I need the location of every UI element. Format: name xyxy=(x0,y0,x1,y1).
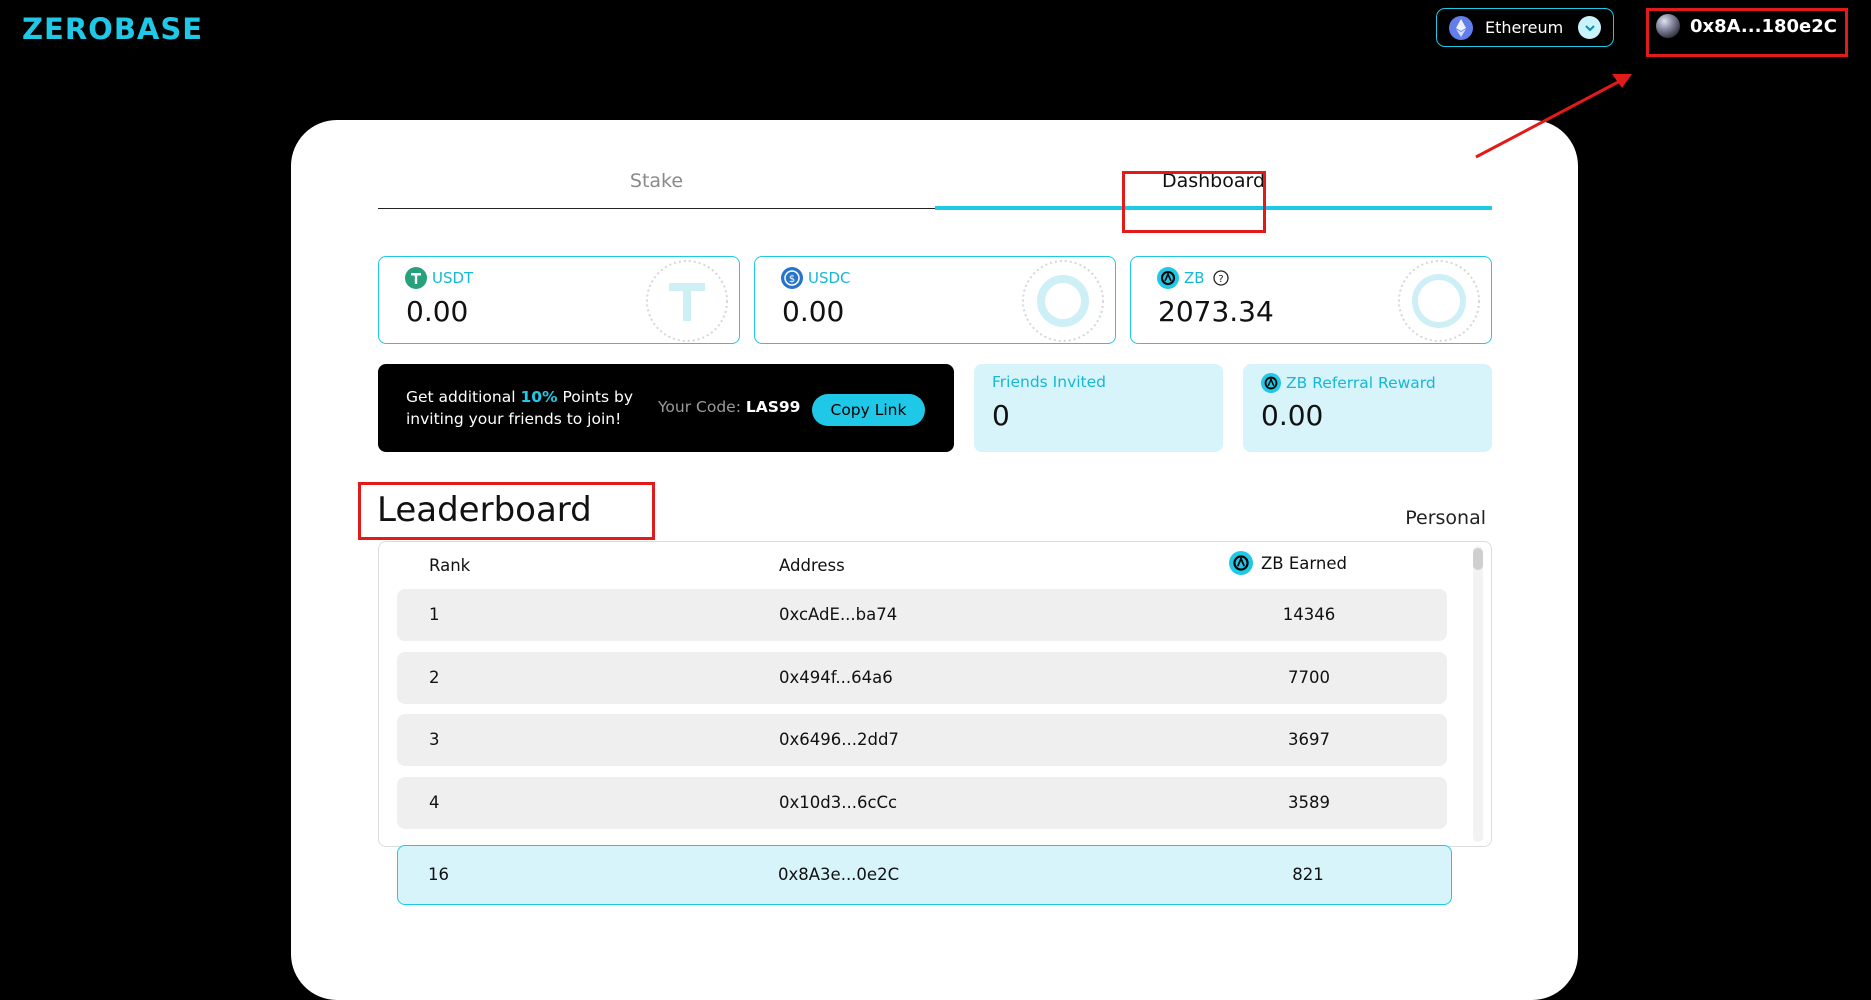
token-card-usdc: $ USDC 0.00 xyxy=(754,256,1116,344)
usdc-watermark-icon xyxy=(1022,260,1104,342)
usdc-icon: $ xyxy=(781,267,803,289)
scrollbar-thumb[interactable] xyxy=(1473,548,1483,570)
svg-text:$: $ xyxy=(789,274,795,285)
svg-text:?: ? xyxy=(1218,274,1223,285)
referral-code: Your Code: LAS99 xyxy=(658,398,801,416)
copy-link-button[interactable]: Copy Link xyxy=(812,394,925,426)
token-name: ZB xyxy=(1184,269,1205,287)
row-zb-earned: 821 xyxy=(1292,865,1324,884)
friends-invited-label: Friends Invited xyxy=(992,373,1106,391)
chevron-down-icon xyxy=(1578,16,1601,39)
personal-filter[interactable]: Personal xyxy=(1405,507,1486,529)
token-card-usdt: USDT 0.00 xyxy=(378,256,740,344)
zerobase-watermark-icon xyxy=(1398,260,1480,342)
table-scrollbar[interactable] xyxy=(1473,546,1483,842)
row-address: 0x10d3...6cCc xyxy=(779,793,898,812)
table-row-current-user[interactable]: 16 0x8A3e...0e2C 821 xyxy=(397,845,1452,905)
row-address: 0x6496...2dd7 xyxy=(779,730,899,749)
leaderboard-table: Rank Address ZB Earned 1 0xcAdE...ba74 1… xyxy=(378,541,1492,905)
table-row[interactable]: 1 0xcAdE...ba74 14346 xyxy=(397,589,1447,641)
ethereum-icon xyxy=(1449,15,1473,40)
referral-text: Get additional 10% Points by inviting yo… xyxy=(406,388,634,428)
row-address: 0xcAdE...ba74 xyxy=(779,605,898,624)
table-header: Rank Address ZB Earned xyxy=(379,542,1491,584)
row-rank: 3 xyxy=(429,730,440,749)
network-label: Ethereum xyxy=(1485,18,1564,37)
zerobase-icon xyxy=(1261,373,1281,393)
row-zb-earned: 7700 xyxy=(1288,668,1330,687)
row-address: 0x494f...64a6 xyxy=(779,668,893,687)
zerobase-icon xyxy=(1229,551,1253,575)
token-balance: 2073.34 xyxy=(1158,295,1274,328)
zerobase-logo[interactable]: ZEROBASE xyxy=(22,12,203,46)
friends-invited-card: Friends Invited 0 xyxy=(974,364,1223,452)
token-name: USDC xyxy=(808,269,851,287)
tether-watermark-icon xyxy=(646,260,728,342)
network-selector[interactable]: Ethereum xyxy=(1436,8,1614,47)
token-card-zb: ZB ? 2073.34 xyxy=(1130,256,1492,344)
annotation-highlight-wallet xyxy=(1646,8,1848,57)
referral-code-value: LAS99 xyxy=(745,398,801,416)
friends-invited-value: 0 xyxy=(992,399,1010,432)
row-rank: 2 xyxy=(429,668,440,687)
table-row[interactable]: 3 0x6496...2dd7 3697 xyxy=(397,714,1447,766)
annotation-highlight-leaderboard xyxy=(358,482,655,540)
column-rank: Rank xyxy=(429,556,471,575)
zerobase-icon xyxy=(1157,267,1179,289)
referral-banner: Get additional 10% Points by inviting yo… xyxy=(378,364,954,452)
help-icon[interactable]: ? xyxy=(1212,270,1229,286)
referral-reward-value: 0.00 xyxy=(1261,399,1324,432)
referral-reward-label: Referral Reward xyxy=(1312,374,1436,392)
column-zb-earned: ZB Earned xyxy=(1229,551,1347,575)
tether-icon xyxy=(405,267,427,289)
tab-bar: Stake Dashboard xyxy=(378,170,1492,210)
row-rank: 1 xyxy=(429,605,440,624)
token-name: USDT xyxy=(432,269,474,287)
main-card: Stake Dashboard USDT 0.00 $ USDC 0.00 ZB… xyxy=(291,120,1578,1000)
row-zb-earned: 3697 xyxy=(1288,730,1330,749)
row-rank: 16 xyxy=(428,865,449,884)
table-row[interactable]: 4 0x10d3...6cCc 3589 xyxy=(397,777,1447,829)
row-zb-earned: 3589 xyxy=(1288,793,1330,812)
token-balance: 0.00 xyxy=(782,295,845,328)
tab-stake[interactable]: Stake xyxy=(378,170,935,209)
table-row[interactable]: 2 0x494f...64a6 7700 xyxy=(397,652,1447,704)
token-balance: 0.00 xyxy=(406,295,469,328)
row-address: 0x8A3e...0e2C xyxy=(778,865,900,884)
column-address: Address xyxy=(779,556,845,575)
reward-token: ZB xyxy=(1286,374,1308,392)
annotation-highlight-dashboard xyxy=(1122,171,1266,233)
row-rank: 4 xyxy=(429,793,440,812)
row-zb-earned: 14346 xyxy=(1282,605,1336,624)
referral-reward-card: ZB Referral Reward 0.00 xyxy=(1243,364,1492,452)
